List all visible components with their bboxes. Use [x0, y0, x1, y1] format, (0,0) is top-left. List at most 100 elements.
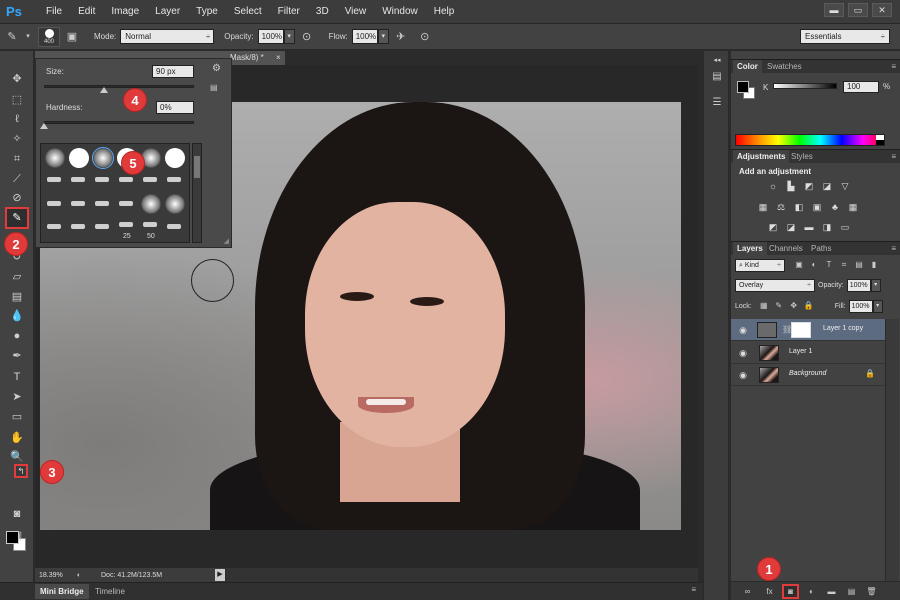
filter-type-icon[interactable]: T — [823, 259, 835, 271]
flow-dropdown-arrow[interactable]: ▾ — [377, 29, 389, 44]
status-info-icon[interactable]: ◐ — [73, 572, 85, 579]
size-slider-knob[interactable] — [100, 87, 108, 93]
tab-timeline[interactable]: Timeline — [90, 584, 130, 599]
blur-tool-icon[interactable]: 💧 — [9, 308, 25, 324]
visibility-eye-icon[interactable]: ◉ — [737, 347, 749, 359]
black-white-icon[interactable]: ◧ — [793, 202, 805, 213]
adjustment-layer-icon[interactable]: ◐ — [805, 585, 818, 598]
layer-row-layer-1[interactable]: ◉ Layer 1 — [731, 342, 885, 364]
brush-tool-preset-icon[interactable]: ✎ — [4, 29, 20, 45]
type-tool-icon[interactable]: T — [9, 369, 25, 385]
invert-icon[interactable]: ◩ — [767, 222, 779, 233]
layer-row-background[interactable]: ◉ Background 🔒 — [731, 364, 885, 386]
threshold-icon[interactable]: ▬ — [803, 222, 815, 233]
hardness-input[interactable]: 0% — [156, 101, 194, 114]
menu-filter[interactable]: Filter — [270, 0, 308, 24]
fill-input[interactable]: 100% — [848, 299, 873, 313]
panel-menu-icon[interactable]: ≡ — [891, 150, 896, 164]
pressure-size-icon[interactable]: ⊙ — [417, 29, 433, 45]
tab-layers[interactable]: Layers — [733, 242, 767, 256]
eraser-tool-icon[interactable]: ▱ — [9, 269, 25, 285]
k-channel-slider[interactable] — [773, 83, 837, 89]
hand-tool-icon[interactable]: ✋ — [9, 430, 25, 446]
gradient-tool-icon[interactable]: ▤ — [9, 289, 25, 305]
properties-panel-icon[interactable]: ☰ — [709, 95, 725, 111]
brush-tip-small[interactable] — [95, 177, 109, 182]
posterize-icon[interactable]: ◪ — [785, 222, 797, 233]
brush-tip-soft[interactable] — [45, 148, 65, 168]
brush-tip-hard[interactable] — [69, 148, 89, 168]
menu-file[interactable]: File — [38, 0, 70, 24]
brush-tip-small[interactable] — [167, 177, 181, 182]
new-layer-icon[interactable]: ▤ — [845, 585, 858, 598]
foreground-color-swatch[interactable] — [6, 531, 19, 544]
filter-adjustment-icon[interactable]: ◐ — [808, 259, 820, 271]
move-tool-icon[interactable]: ✥ — [9, 71, 25, 87]
layer-name[interactable]: Layer 1 — [789, 348, 812, 355]
blend-mode-select[interactable]: Overlay — [735, 278, 815, 292]
pen-tool-icon[interactable]: ✒ — [9, 348, 25, 364]
brush-tip-small[interactable] — [71, 201, 85, 206]
opacity-dropdown-arrow[interactable]: ▾ — [283, 29, 295, 44]
brush-tip-hard[interactable] — [165, 148, 185, 168]
brush-tip-small[interactable] — [95, 224, 109, 229]
opacity-input[interactable]: 100% — [257, 29, 284, 44]
tab-paths[interactable]: Paths — [807, 242, 835, 256]
color-balance-icon[interactable]: ⚖ — [775, 202, 787, 213]
quick-mask-icon[interactable]: ◙ — [9, 506, 25, 522]
brush-tip-small[interactable] — [143, 177, 157, 182]
k-channel-input[interactable]: 100 — [843, 81, 879, 93]
brush-tip-small[interactable] — [47, 224, 61, 229]
lock-all-icon[interactable]: 🔒 — [803, 300, 815, 312]
menu-3d[interactable]: 3D — [308, 0, 337, 24]
gear-icon[interactable]: ⚙ — [212, 63, 221, 74]
mode-select[interactable]: Normal — [120, 29, 215, 44]
lock-pixels-icon[interactable]: ✎ — [773, 300, 785, 312]
layer-opacity-input[interactable]: 100% — [846, 278, 871, 292]
crop-tool-icon[interactable]: ⌗ — [9, 151, 25, 167]
minimize-button[interactable]: ▬ — [824, 3, 844, 17]
collapse-arrows-icon[interactable]: ◂◂ — [709, 53, 725, 69]
levels-icon[interactable]: ▙ — [785, 181, 797, 192]
lock-transparent-icon[interactable]: ▦ — [758, 300, 770, 312]
brightness-contrast-icon[interactable]: ☼ — [767, 181, 779, 192]
brush-tip-small[interactable] — [71, 177, 85, 182]
add-layer-mask-icon[interactable]: ◙ — [782, 584, 799, 599]
layer-row-layer-1-copy[interactable]: ◉ ⛓ Layer 1 copy — [731, 319, 885, 341]
panel-menu-icon[interactable]: ≡ — [691, 585, 696, 594]
healing-brush-tool-icon[interactable]: ⊘ — [9, 190, 25, 206]
maximize-button[interactable]: ▭ — [848, 3, 868, 17]
chevron-down-icon[interactable]: ▾ — [24, 29, 32, 45]
gradient-map-icon[interactable]: ▭ — [839, 222, 851, 233]
filter-pixel-icon[interactable]: ▣ — [793, 259, 805, 271]
tab-adjustments[interactable]: Adjustments — [733, 150, 790, 164]
swap-colors-icon[interactable]: ↰ — [14, 464, 28, 478]
shape-tool-icon[interactable]: ▭ — [9, 409, 25, 425]
lock-position-icon[interactable]: ✥ — [788, 300, 800, 312]
menu-type[interactable]: Type — [188, 0, 226, 24]
eyedropper-tool-icon[interactable]: ⟋ — [9, 171, 25, 187]
layer-style-fx-icon[interactable]: fx — [763, 585, 776, 598]
layers-scrollbar[interactable] — [885, 319, 899, 581]
brush-tip-small[interactable] — [119, 177, 133, 182]
tab-color[interactable]: Color — [733, 60, 762, 74]
zoom-level[interactable]: 18.39% — [35, 572, 73, 579]
menu-edit[interactable]: Edit — [70, 0, 103, 24]
color-lookup-icon[interactable]: ▦ — [847, 202, 859, 213]
tab-close-icon[interactable]: × — [276, 53, 281, 62]
exposure-icon[interactable]: ◪ — [821, 181, 833, 192]
curves-icon[interactable]: ◩ — [803, 181, 815, 192]
menu-view[interactable]: View — [337, 0, 375, 24]
tab-swatches[interactable]: Swatches — [763, 60, 806, 74]
brush-tip-small[interactable] — [71, 224, 85, 229]
visibility-eye-icon[interactable]: ◉ — [737, 369, 749, 381]
brush-tip-small[interactable] — [47, 177, 61, 182]
panel-menu-icon[interactable]: ≡ — [891, 242, 896, 256]
scrollbar-thumb[interactable] — [194, 156, 200, 178]
brush-tip-soft[interactable] — [165, 194, 185, 214]
layer-mask-thumbnail[interactable] — [791, 322, 811, 338]
brush-tip-small[interactable] — [95, 201, 109, 206]
vibrance-icon[interactable]: ▽ — [839, 181, 851, 192]
new-group-folder-icon[interactable]: ▬ — [825, 585, 838, 598]
horizontal-scrollbar[interactable] — [226, 568, 698, 582]
